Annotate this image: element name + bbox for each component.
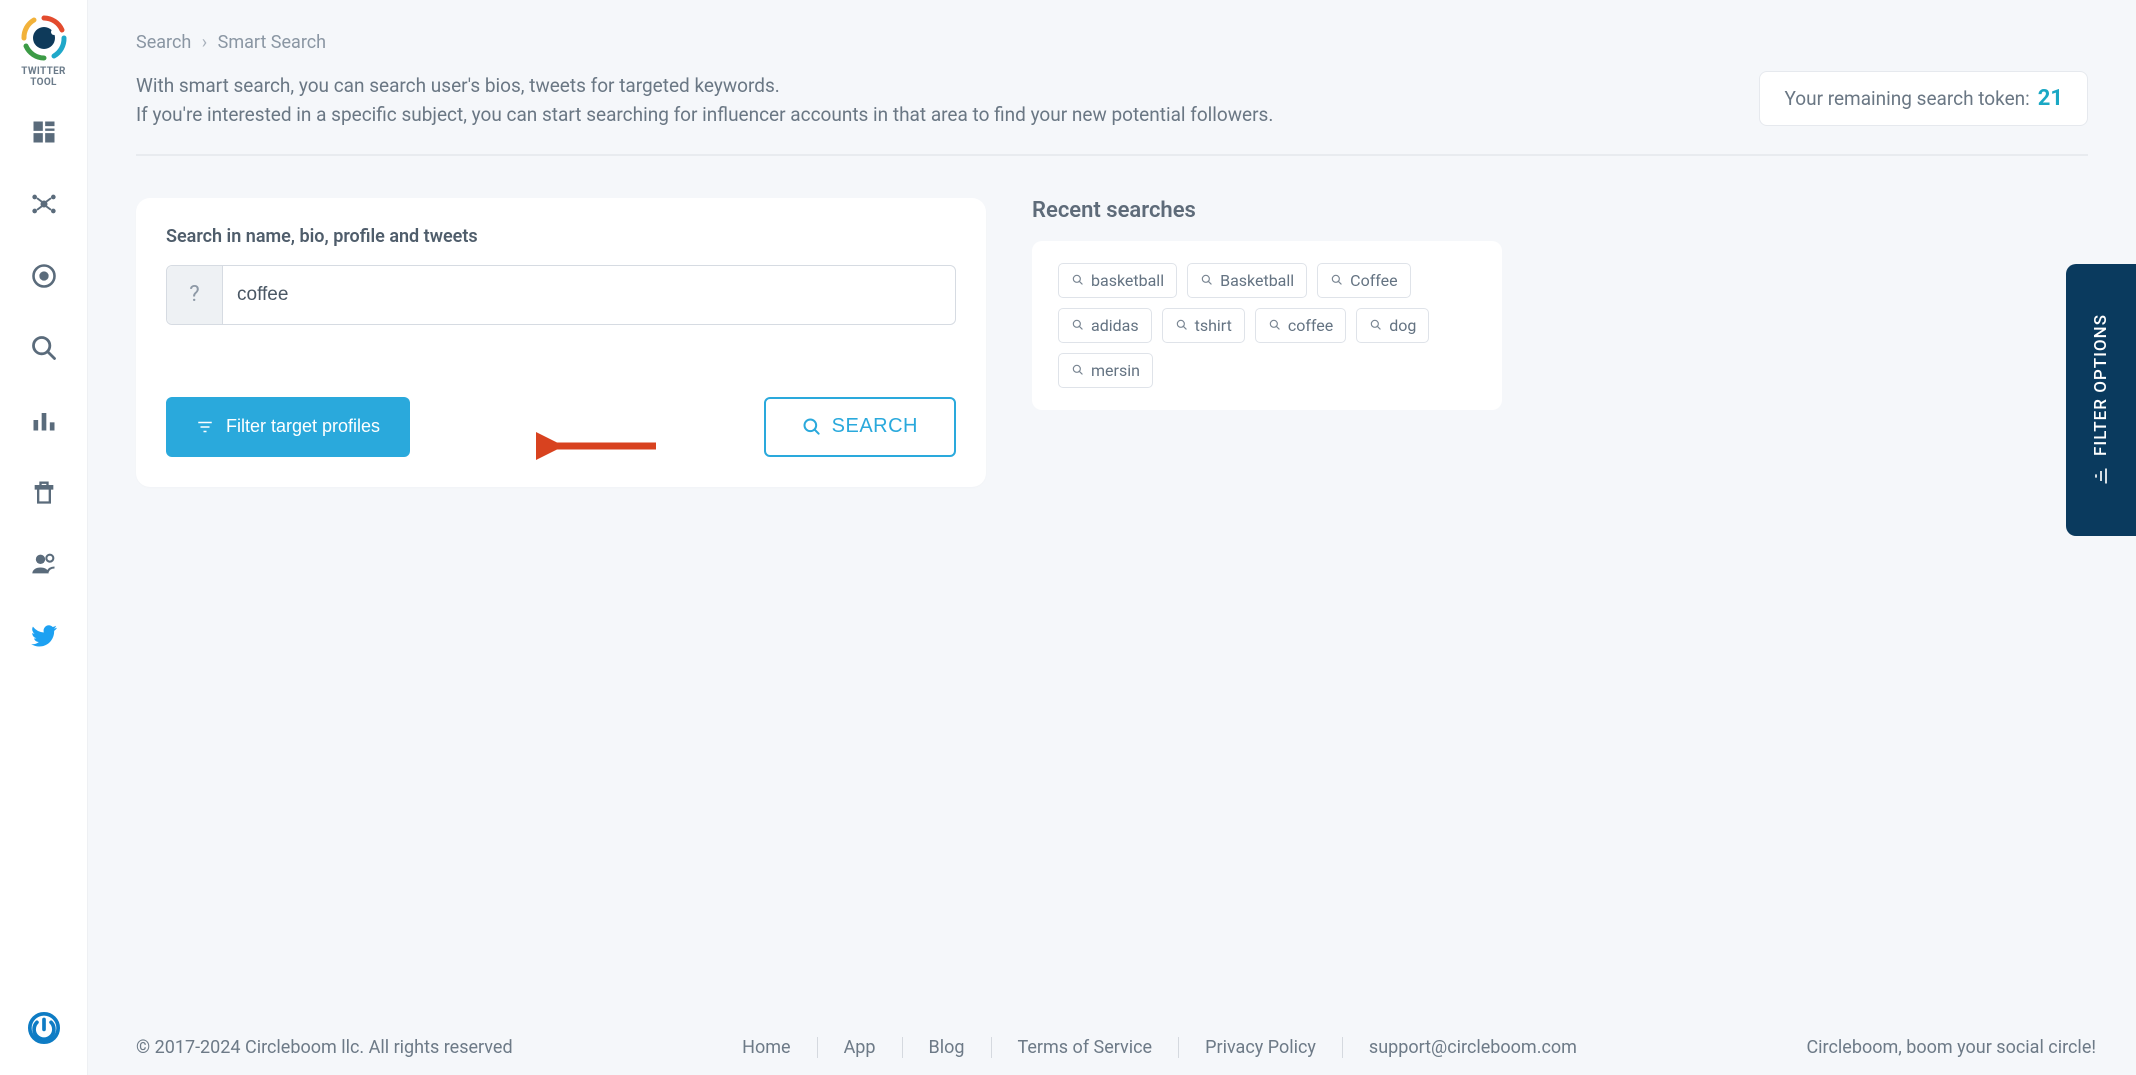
search-icon[interactable] (30, 334, 58, 362)
breadcrumb: Search › Smart Search (136, 32, 2088, 53)
trash-icon[interactable] (30, 478, 58, 506)
main-content: Search › Smart Search With smart search,… (88, 0, 2136, 1075)
sidebar: TWITTER TOOL (0, 0, 88, 1075)
recent-heading: Recent searches (1032, 198, 1502, 223)
recent-search-chip[interactable]: coffee (1255, 308, 1346, 343)
footer-link[interactable]: App (818, 1037, 903, 1058)
footer: © 2017-2024 Circleboom llc. All rights r… (88, 1019, 2136, 1075)
page-description: With smart search, you can search user's… (136, 71, 1273, 130)
recent-search-chip[interactable]: mersin (1058, 353, 1153, 388)
token-label: Your remaining search token: (1784, 87, 2029, 110)
analytics-icon[interactable] (30, 406, 58, 434)
footer-links: HomeAppBlogTerms of ServicePrivacy Polic… (513, 1037, 1807, 1058)
search-icon (1175, 318, 1189, 332)
token-count: 21 (2038, 86, 2063, 111)
footer-link[interactable]: support@circleboom.com (1343, 1037, 1603, 1058)
logo-text: TWITTER TOOL (9, 66, 79, 88)
search-card: Search in name, bio, profile and tweets … (136, 198, 986, 487)
search-button-label: SEARCH (832, 415, 918, 438)
token-box: Your remaining search token: 21 (1759, 71, 2088, 126)
search-icon (802, 417, 822, 437)
search-icon (1200, 273, 1214, 287)
dashboard-icon[interactable] (30, 118, 58, 146)
search-card-heading: Search in name, bio, profile and tweets (166, 226, 956, 247)
twitter-icon[interactable] (30, 622, 58, 650)
search-button[interactable]: SEARCH (764, 397, 956, 457)
search-icon (1369, 318, 1383, 332)
footer-tagline: Circleboom, boom your social circle! (1806, 1037, 2096, 1058)
chevron-right-icon: › (202, 32, 207, 53)
filter-options-tab[interactable]: FILTER OPTIONS (2066, 264, 2136, 536)
search-input-group: ? (166, 265, 956, 325)
recent-search-chip[interactable]: dog (1356, 308, 1429, 343)
filter-tab-label: FILTER OPTIONS (2091, 314, 2111, 456)
recent-search-chip[interactable]: Basketball (1187, 263, 1307, 298)
recent-search-chip[interactable]: adidas (1058, 308, 1152, 343)
recent-search-chip[interactable]: tshirt (1162, 308, 1245, 343)
search-icon (1071, 363, 1085, 377)
filter-icon (2091, 466, 2111, 486)
power-button[interactable] (27, 1011, 61, 1049)
search-icon (1071, 273, 1085, 287)
filter-icon (196, 418, 214, 436)
target-icon[interactable] (30, 262, 58, 290)
recent-card: basketball Basketball Coffee adidas tshirt co… (1032, 241, 1502, 410)
search-icon (1330, 273, 1344, 287)
people-icon[interactable] (30, 550, 58, 578)
footer-link[interactable]: Privacy Policy (1179, 1037, 1343, 1058)
footer-link[interactable]: Home (716, 1037, 817, 1058)
app-logo[interactable]: TWITTER TOOL (9, 12, 79, 88)
network-icon[interactable] (30, 190, 58, 218)
breadcrumb-root[interactable]: Search (136, 32, 191, 53)
search-icon (1071, 318, 1085, 332)
filter-target-profiles-button[interactable]: Filter target profiles (166, 397, 410, 457)
search-icon (1268, 318, 1282, 332)
help-icon[interactable]: ? (167, 266, 223, 324)
filter-button-label: Filter target profiles (226, 416, 380, 437)
intro-line-2: If you're interested in a specific subje… (136, 100, 1273, 129)
recent-search-chip[interactable]: basketball (1058, 263, 1177, 298)
recent-searches: Recent searches basketball Basketball Coff… (1032, 198, 1502, 487)
footer-link[interactable]: Blog (903, 1037, 992, 1058)
breadcrumb-current: Smart Search (218, 32, 326, 53)
search-input[interactable] (223, 266, 955, 324)
copyright: © 2017-2024 Circleboom llc. All rights r… (136, 1037, 513, 1058)
footer-link[interactable]: Terms of Service (992, 1037, 1180, 1058)
recent-search-chip[interactable]: Coffee (1317, 263, 1410, 298)
intro-line-1: With smart search, you can search user's… (136, 71, 1273, 100)
